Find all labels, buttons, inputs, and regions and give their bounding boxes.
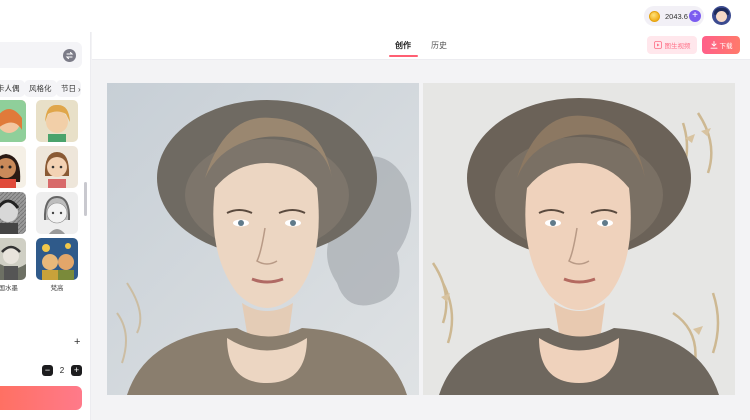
plus-button[interactable]: + [71,364,82,376]
category-tab[interactable]: 卡人偶 [0,80,25,97]
active-tab-indicator [389,55,418,57]
result-image[interactable] [423,83,735,395]
video-icon [653,41,662,49]
style-sidebar: 卡人偶 风格化 节日 › 插画 文艺范 动漫2 [0,32,91,420]
download-label: 下载 [719,43,733,50]
result-image[interactable] [107,83,419,395]
style-label: 中国水墨 [0,285,18,292]
style-thumbnail [36,100,78,142]
coin-icon [649,10,660,22]
chevron-right-icon[interactable]: › [78,85,81,94]
style-thumbnail [36,146,78,188]
sidebar-scrollbar[interactable] [84,182,87,216]
style-grid: 插画 文艺范 动漫2 绘本3 黑白漫画 [0,100,86,312]
add-coins-button[interactable]: + [689,10,701,22]
top-bar: 2043.6 + [0,0,750,32]
user-avatar[interactable] [712,6,731,25]
category-tabs: 卡人偶 风格化 节日 › [0,80,90,98]
download-icon [710,41,717,49]
plus-icon[interactable]: + [74,336,80,348]
generate-button[interactable] [0,386,82,410]
tab-history[interactable]: 历史 [431,40,447,51]
coin-balance: 2043.6 [665,11,688,21]
style-item[interactable]: 中国水墨 [0,238,26,292]
style-thumbnail [0,146,26,188]
style-thumbnail [0,238,26,280]
category-tab[interactable]: 风格化 [24,80,57,97]
tab-create[interactable]: 创作 [395,40,411,51]
result-canvas [92,61,750,420]
style-thumbnail [0,100,26,142]
style-thumbnail [0,192,26,234]
coin-balance-pill[interactable]: 2043.6 + [644,6,704,26]
download-button[interactable]: 下载 [702,36,740,54]
minus-button[interactable]: − [42,364,53,376]
style-thumbnail [36,238,78,280]
generate-video-button[interactable]: 图生视频 [647,36,697,54]
quantity-value: 2 [59,365,65,375]
quantity-stepper: − 2 + [42,364,82,376]
style-item[interactable]: 梵高 [36,238,78,292]
avatar-face [716,11,727,22]
style-label: 梵高 [50,285,64,292]
generate-video-label: 图生视频 [664,43,691,50]
style-thumbnail [36,192,78,234]
switch-icon[interactable] [63,49,76,62]
